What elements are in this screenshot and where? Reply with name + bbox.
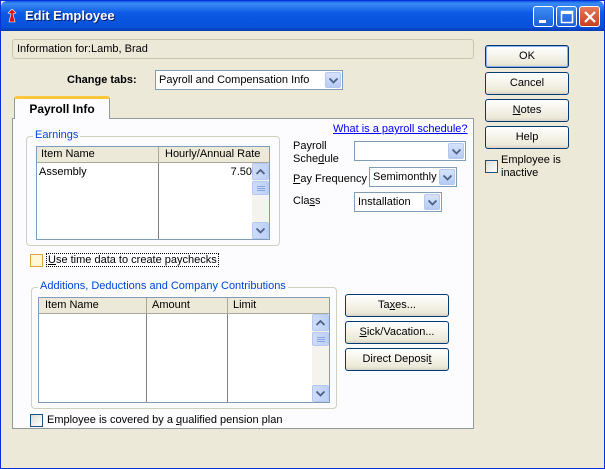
employee-inactive-label-line2[interactable]: inactive [501,167,538,179]
ok-button[interactable]: OK [485,45,569,68]
grip-line [317,337,325,338]
column-separator [146,314,147,402]
payroll-schedule-label-line1: Payroll [293,140,327,152]
pension-plan-label[interactable]: Employee is covered by a qualified pensi… [47,414,282,426]
class-value: Installation [358,196,411,208]
class-label: Class [293,195,321,207]
employee-inactive-label-line1[interactable]: Employee is [501,154,561,166]
chevron-down-icon [329,78,338,84]
pension-plan-checkbox[interactable] [30,414,43,427]
chevron-up-icon [316,320,325,326]
col-amount: Amount [152,299,190,311]
info-label: Information for: [17,43,91,55]
dropdown-arrow-button[interactable] [325,72,341,88]
header-separator [158,147,159,163]
additions-title: Additions, Deductions and Company Contri… [38,280,288,292]
scroll-down-button[interactable] [312,385,329,402]
payroll-schedule-select[interactable] [354,141,466,161]
dropdown-arrow-button[interactable] [424,194,440,210]
column-separator [227,314,228,402]
employee-name: Lamb, Brad [90,43,148,55]
use-time-data-checkbox[interactable] [30,254,43,267]
cancel-button[interactable]: Cancel [485,72,569,95]
employee-inactive-checkbox[interactable] [485,160,498,173]
scroll-up-button[interactable] [252,163,269,180]
class-select[interactable]: Installation [354,192,442,212]
help-button[interactable]: Help [485,126,569,149]
additions-header-row: Item Name Amount Limit [39,298,329,314]
change-tabs-select[interactable]: Payroll and Compensation Info [155,70,343,90]
scroll-thumb[interactable] [252,181,269,195]
payroll-info-panel: Earnings Item Name Hourly/Annual Rate As… [12,118,474,429]
table-row[interactable]: Assembly 7.50 [37,164,252,179]
information-bar: Information for:Lamb, Brad [12,39,474,59]
additions-table[interactable]: Item Name Amount Limit [38,297,330,403]
grip-line [257,186,265,187]
chevron-down-icon [428,200,437,206]
col-rate: Hourly/Annual Rate [165,148,261,160]
chevron-down-icon [316,391,325,397]
earnings-header-row: Item Name Hourly/Annual Rate [37,147,269,163]
quickbooks-icon [7,9,17,23]
payroll-schedule-help-link[interactable]: What is a payroll schedule? [333,123,468,135]
earnings-title: Earnings [33,129,81,141]
scroll-down-button[interactable] [252,222,269,239]
maximize-icon [560,10,574,24]
payroll-schedule-label-line2: Schedule [293,153,339,165]
use-time-data-label[interactable]: Use time data to create paychecks [46,253,219,267]
chevron-down-icon [443,175,452,181]
change-tabs-value: Payroll and Compensation Info [159,74,310,86]
chevron-up-icon [256,169,265,175]
col-limit: Limit [233,299,257,311]
scroll-up-button[interactable] [312,314,329,331]
minimize-button[interactable] [533,6,554,27]
direct-deposit-button[interactable]: Direct Deposit [345,348,449,371]
dropdown-arrow-button[interactable] [439,169,455,185]
edit-employee-window: Edit Employee Information for:Lamb, Brad… [0,0,605,469]
header-separator [146,298,147,314]
pay-frequency-value: Semimonthly [373,171,437,183]
dropdown-arrow-button[interactable] [448,143,464,159]
additions-group: Additions, Deductions and Company Contri… [31,280,337,409]
pay-frequency-label: Pay Frequency [293,173,367,185]
notes-button[interactable]: Notes [485,99,569,122]
header-separator [227,298,228,314]
taxes-button[interactable]: Taxes... [345,294,449,317]
maximize-button[interactable] [556,6,577,27]
scroll-thumb[interactable] [312,332,329,346]
pay-frequency-select[interactable]: Semimonthly [369,167,457,187]
col-item-name: Item Name [45,299,99,311]
close-button[interactable] [579,6,600,27]
grip-line [317,339,325,340]
chevron-down-icon [452,149,461,155]
additions-scrollbar[interactable] [312,314,329,402]
earnings-group: Earnings Item Name Hourly/Annual Rate As… [26,129,280,246]
col-item-name: Item Name [41,148,95,160]
grip-line [317,341,325,342]
window-title: Edit Employee [25,8,115,23]
change-tabs-label: Change tabs: [67,74,137,86]
minimize-icon [539,20,546,23]
tab-payroll-info[interactable]: Payroll Info [14,96,110,119]
grip-line [257,190,265,191]
dialog-body: Information for:Lamb, Brad Change tabs: … [4,31,601,467]
earnings-rate: 7.50 [230,166,252,178]
title-bar[interactable]: Edit Employee [1,1,604,31]
sick-vacation-button[interactable]: Sick/Vacation... [345,321,449,344]
grip-line [257,188,265,189]
earnings-scrollbar[interactable] [252,163,269,239]
earnings-item: Assembly [39,166,87,178]
chevron-down-icon [256,228,265,234]
close-icon [584,11,596,23]
earnings-table[interactable]: Item Name Hourly/Annual Rate Assembly 7.… [36,146,270,240]
